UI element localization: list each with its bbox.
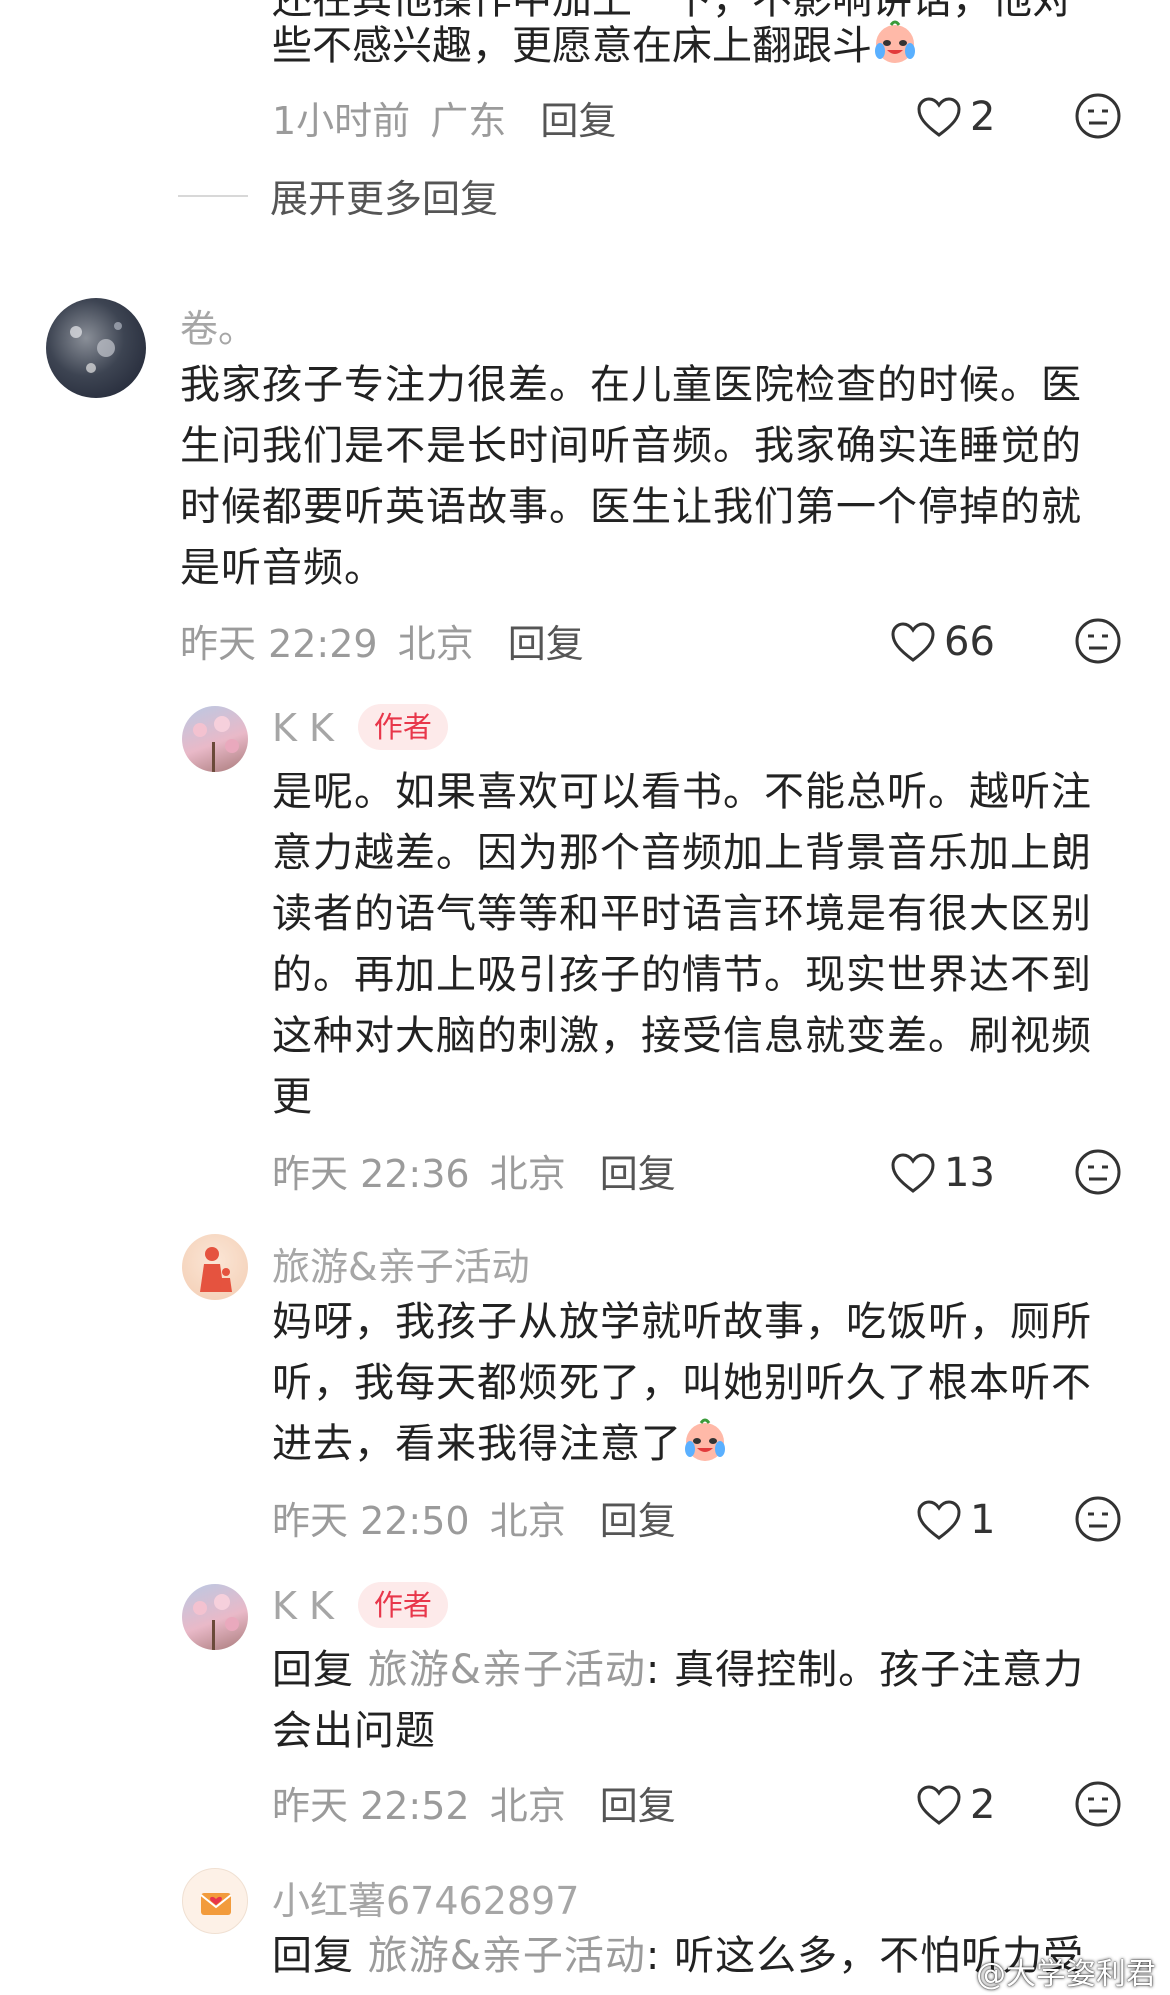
reply-text-content: 些不感兴趣，更愿意在床上翻跟斗 xyxy=(272,23,872,69)
location-label: 北京 xyxy=(489,1784,566,1828)
time-label: 昨天 22:50 xyxy=(272,1499,470,1543)
reply-text: 些不感兴趣，更愿意在床上翻跟斗 xyxy=(272,16,918,76)
crying-laughing-emoji-icon xyxy=(685,1418,725,1461)
comment-line: 的。再加上吸引孩子的情节。现实世界达不到 xyxy=(272,952,1092,998)
avatar[interactable] xyxy=(46,298,146,398)
comment-line: 是呢。如果喜欢可以看书。不能总听。越听注 xyxy=(272,769,1092,815)
emoji-reaction-icon[interactable] xyxy=(1074,617,1122,665)
comment-line: 更 xyxy=(272,1074,313,1120)
comment-text: 回复 旅游&亲子活动: 真得控制。孩子注意力 会出问题 xyxy=(272,1640,1132,1762)
comment-text: 是呢。如果喜欢可以看书。不能总听。越听注 意力越差。因为那个音频加上背景音乐加上… xyxy=(272,762,1132,1128)
reply-button[interactable]: 回复 xyxy=(600,1784,676,1828)
emoji-reaction-icon[interactable] xyxy=(1074,1495,1122,1543)
comment-line: 听，我每天都烦死了，叫她别听久了根本听不 xyxy=(272,1360,1092,1406)
like-count: 2 xyxy=(970,1782,996,1828)
divider-line xyxy=(178,194,248,197)
comment-line: 意力越差。因为那个音频加上背景音乐加上朗 xyxy=(272,830,1092,876)
comment-meta: 昨天 22:52 北京 回复 xyxy=(272,1775,676,1830)
avatar[interactable] xyxy=(182,706,248,772)
comment-author[interactable]: 小红薯67462897 xyxy=(272,1870,579,1925)
emoji-reaction-icon[interactable] xyxy=(1074,1780,1122,1828)
like-button[interactable]: 2 xyxy=(916,1780,995,1830)
avatar[interactable] xyxy=(182,1868,248,1934)
comment-line: 是听音频。 xyxy=(180,545,385,591)
comment-line: 妈呀，我孩子从放学就听故事，吃饭听，厕所 xyxy=(272,1299,1092,1345)
mention-link[interactable]: 旅游&亲子活动 xyxy=(368,1647,646,1693)
comment-author[interactable]: K K 作者 xyxy=(272,703,448,754)
like-count: 2 xyxy=(970,94,996,140)
heart-icon xyxy=(917,97,961,137)
comment-line-text: : 真得控制。孩子注意力 xyxy=(645,1647,1085,1693)
avatar-image xyxy=(193,716,239,772)
heart-icon xyxy=(917,1500,961,1540)
avatar[interactable] xyxy=(182,1234,248,1300)
comment-line: 时候都要听英语故事。医生让我们第一个停掉的就 xyxy=(180,484,1082,530)
expand-more-replies[interactable]: 展开更多回复 xyxy=(178,168,498,223)
envelope-heart-icon xyxy=(200,1893,232,1915)
emoji-reaction-icon[interactable] xyxy=(1074,1148,1122,1196)
reply-meta: 1小时前 广东 回复 xyxy=(272,90,616,145)
like-button[interactable]: 1 xyxy=(916,1495,995,1545)
like-button[interactable]: 66 xyxy=(890,617,995,667)
author-badge: 作者 xyxy=(357,1581,448,1628)
watermark: @大学姿利君 xyxy=(976,1957,1156,1992)
comment-text: 妈呀，我孩子从放学就听故事，吃饭听，厕所 听，我每天都烦死了，叫她别听久了根本听… xyxy=(272,1292,1132,1475)
avatar-image xyxy=(70,322,122,373)
heart-icon xyxy=(917,1785,961,1825)
comment-author[interactable]: 卷。 xyxy=(180,298,256,353)
comment-line: 回复 旅游&亲子活动: 真得控制。孩子注意力 xyxy=(272,1640,1132,1701)
like-button[interactable]: 13 xyxy=(890,1148,995,1198)
comment-meta: 昨天 22:29 北京 回复 xyxy=(180,613,584,668)
comment-text: 我家孩子专注力很差。在儿童医院检查的时候。医 生问我们是不是长时间听音频。我家确… xyxy=(180,355,1100,599)
comment-meta: 昨天 22:50 北京 回复 xyxy=(272,1490,676,1545)
location-label: 北京 xyxy=(397,622,474,666)
heart-icon xyxy=(891,622,935,662)
reply-button[interactable]: 回复 xyxy=(540,99,616,143)
author-name: K K xyxy=(272,706,334,750)
location-label: 广东 xyxy=(430,99,507,143)
comment-line: 这种对大脑的刺激，接受信息就变差。刷视频 xyxy=(272,1013,1092,1059)
author-name: K K xyxy=(272,1584,334,1628)
time-label: 昨天 22:36 xyxy=(272,1152,470,1196)
avatar-image xyxy=(200,1247,232,1292)
comment-line: 读者的语气等等和平时语言环境是有很大区别 xyxy=(272,891,1092,937)
time-label: 昨天 22:29 xyxy=(180,622,378,666)
comment-line: 会出问题 xyxy=(272,1708,436,1754)
like-count: 66 xyxy=(944,619,995,665)
like-button[interactable]: 2 xyxy=(916,92,995,142)
comment-line: 我家孩子专注力很差。在儿童医院检查的时候。医 xyxy=(180,362,1082,408)
reply-button[interactable]: 回复 xyxy=(600,1152,676,1196)
reply-prefix: 回复 xyxy=(272,1933,354,1979)
location-label: 北京 xyxy=(489,1152,566,1196)
comment-author[interactable]: K K 作者 xyxy=(272,1581,448,1632)
location-label: 北京 xyxy=(489,1499,566,1543)
crying-laughing-emoji-icon xyxy=(875,20,915,63)
heart-icon xyxy=(891,1153,935,1193)
reply-button[interactable]: 回复 xyxy=(508,622,584,666)
emoji-reaction-icon[interactable] xyxy=(1074,92,1122,140)
time-label: 1小时前 xyxy=(272,99,411,143)
comment-meta: 昨天 22:36 北京 回复 xyxy=(272,1143,676,1198)
like-count: 1 xyxy=(970,1497,996,1543)
expand-more-label: 展开更多回复 xyxy=(270,177,499,221)
comment-line: 进去，看来我得注意了 xyxy=(272,1414,1132,1475)
reply-prefix: 回复 xyxy=(272,1647,354,1693)
like-count: 13 xyxy=(944,1150,995,1196)
author-badge: 作者 xyxy=(357,703,448,750)
mention-link[interactable]: 旅游&亲子活动 xyxy=(368,1933,646,1979)
comment-line-text: 进去，看来我得注意了 xyxy=(272,1421,682,1467)
comment-author[interactable]: 旅游&亲子活动 xyxy=(272,1236,530,1291)
comment-line: 生问我们是不是长时间听音频。我家确实连睡觉的 xyxy=(180,423,1082,469)
avatar-image xyxy=(193,1594,239,1650)
avatar[interactable] xyxy=(182,1584,248,1650)
reply-button[interactable]: 回复 xyxy=(600,1499,676,1543)
time-label: 昨天 22:52 xyxy=(272,1784,470,1828)
